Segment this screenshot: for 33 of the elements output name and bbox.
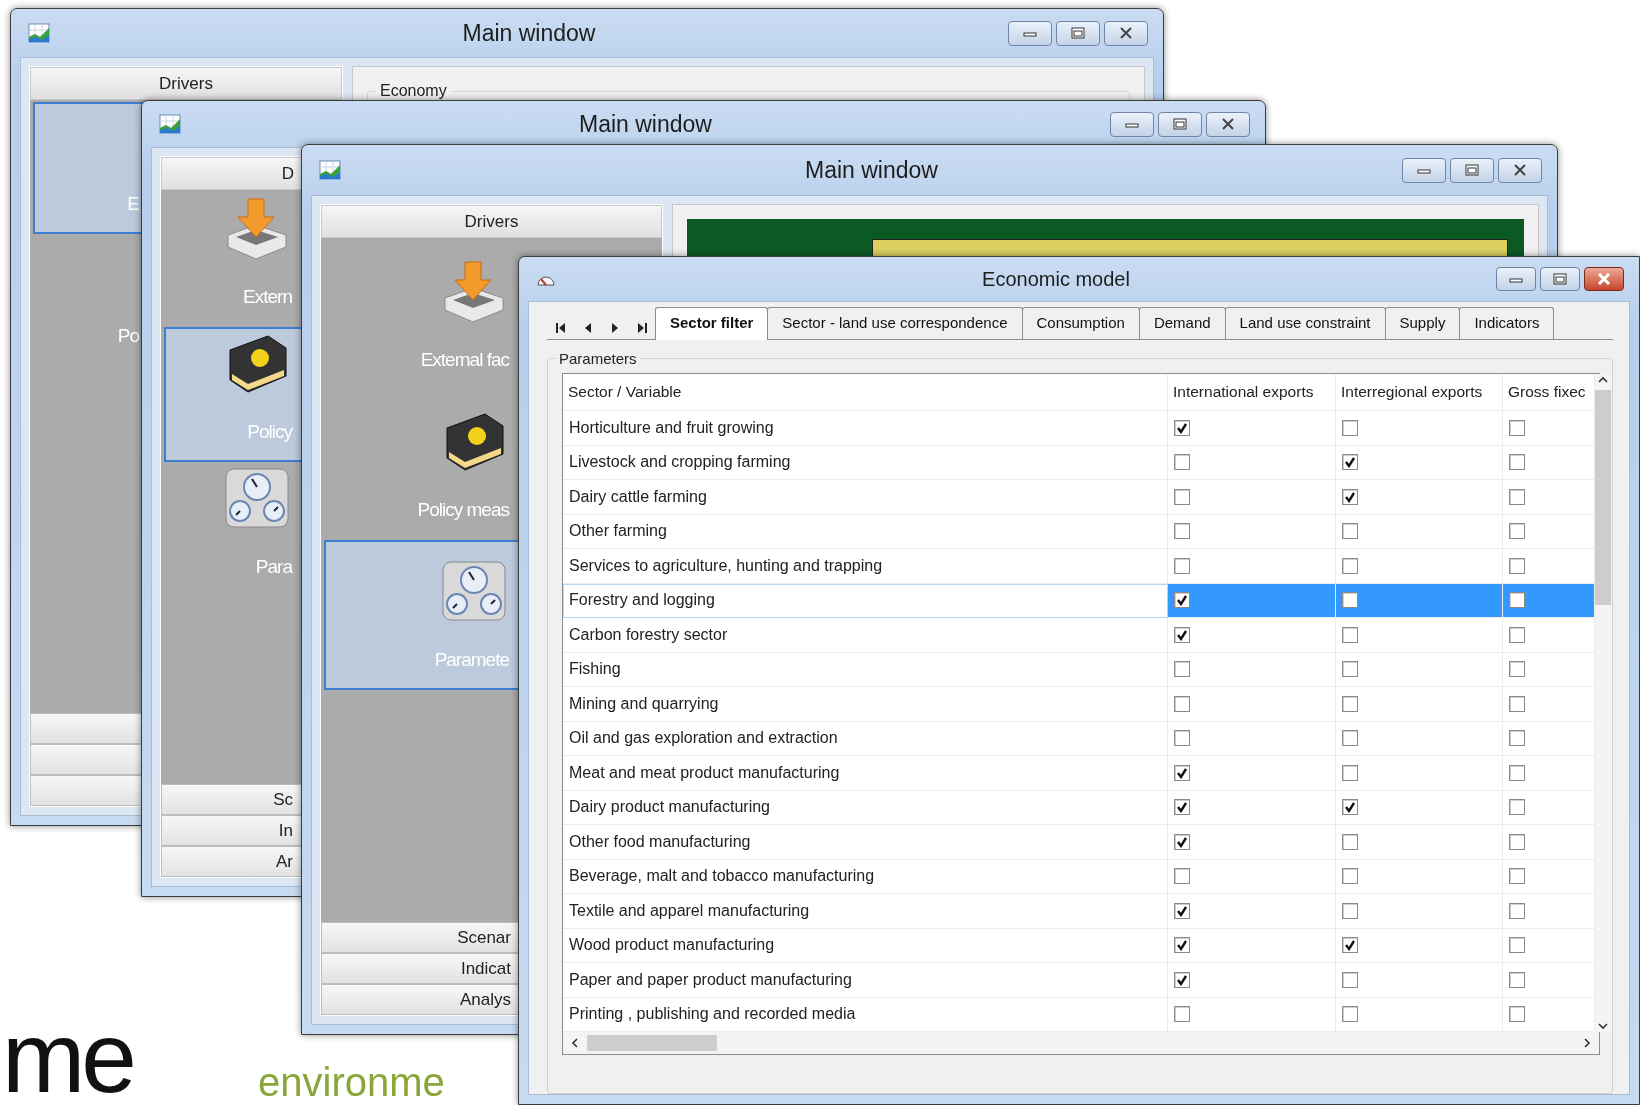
table-cell: Other food manufacturing: [563, 825, 1168, 860]
window-title: Main window: [804, 155, 939, 185]
sidebar-item-label: E: [127, 191, 139, 216]
table-cell: Paper and paper product manufacturing: [563, 963, 1168, 998]
sidebar-item-label: Para: [255, 554, 292, 579]
table-cell: Forestry and logging: [563, 583, 1168, 618]
sidebar-item-label: Extern: [243, 284, 292, 309]
table-cell: Fishing: [563, 652, 1168, 687]
window-title: Economic model: [981, 267, 1131, 292]
logo-wordmark: me: [2, 1015, 133, 1100]
sidebar-item-label: Policy meas: [417, 497, 509, 522]
table-cell: Oil and gas exploration and extraction: [563, 721, 1168, 756]
table-cell: Other farming: [563, 514, 1168, 549]
table-cell: Textile and apparel manufacturing: [563, 894, 1168, 929]
table-cell: Carbon forestry sector: [563, 618, 1168, 653]
column-header: International exports: [1168, 374, 1336, 411]
table-cell: Meat and meat product manufacturing: [563, 756, 1168, 791]
table-cell: Mining and quarrying: [563, 687, 1168, 722]
sidebar-item-label: Policy: [247, 419, 292, 444]
column-header: Interregional exports: [1336, 374, 1503, 411]
window-title: Main window: [461, 18, 597, 48]
table-cell: Livestock and cropping farming: [563, 445, 1168, 480]
table-cell: Horticulture and fruit growing: [563, 411, 1168, 446]
table-cell: Dairy product manufacturing: [563, 790, 1168, 825]
table-cell: Beverage, malt and tobacco manufacturing: [563, 859, 1168, 894]
sidebar-item-label: Paramete: [434, 647, 509, 672]
logo-tagline: environme: [258, 1062, 445, 1102]
window-title: Main window: [578, 109, 713, 139]
sidebar-item-label: External fac: [420, 347, 509, 372]
table-cell: Dairy cattle farming: [563, 480, 1168, 515]
table-cell: Services to agriculture, hunting and trapping: [563, 549, 1168, 584]
table-cell: Wood product manufacturing: [563, 928, 1168, 963]
column-header: Sector / Variable: [563, 374, 1168, 411]
